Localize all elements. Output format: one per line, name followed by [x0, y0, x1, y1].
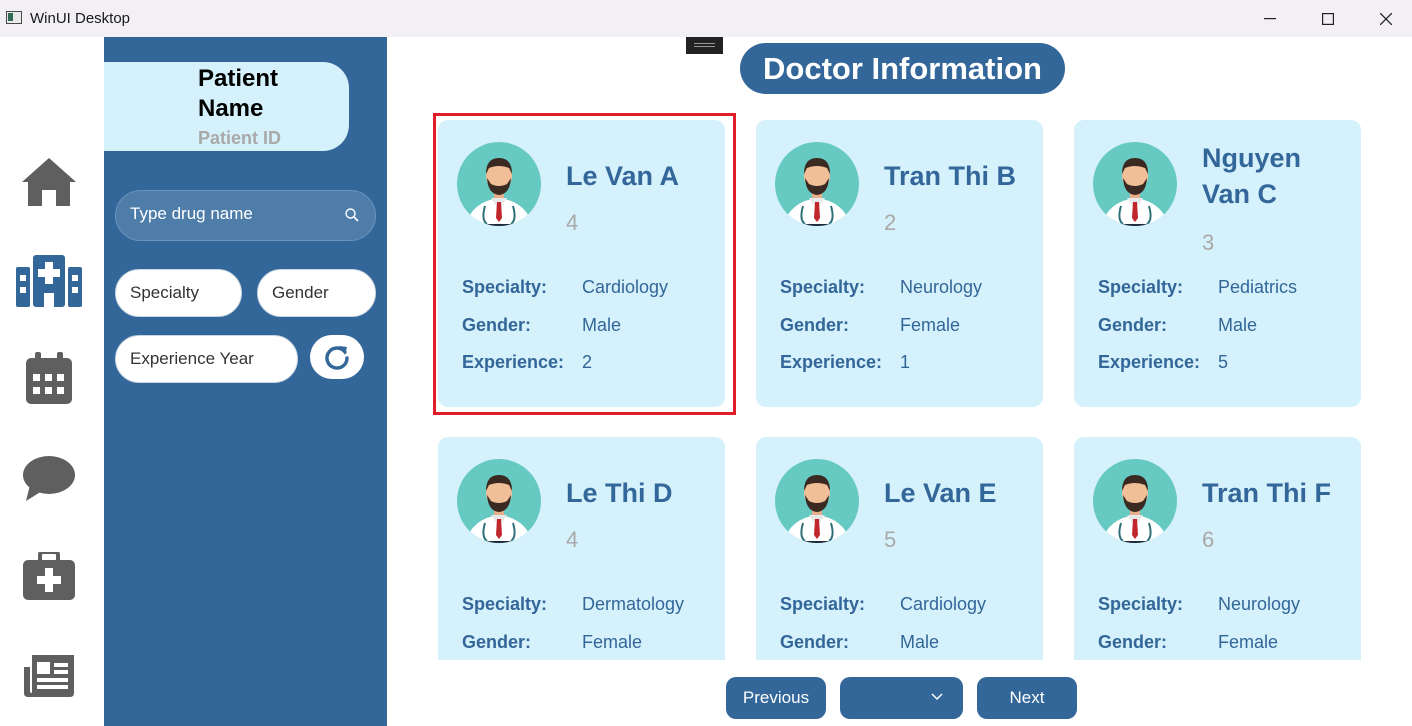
- specialty-value: Neurology: [1218, 594, 1301, 614]
- patient-name: Patient Name: [198, 65, 279, 122]
- doctor-card[interactable]: Tran Thi B 2 Specialty: Neurology Gender…: [756, 120, 1043, 407]
- minimize-button[interactable]: [1247, 0, 1293, 37]
- doctor-avatar-icon: [775, 459, 859, 543]
- nav-news[interactable]: [16, 643, 82, 709]
- doctor-name: Tran Thi F: [1202, 478, 1332, 508]
- page-select[interactable]: [840, 677, 963, 719]
- doctor-name: Tran Thi B: [884, 161, 1017, 191]
- doctor-id: 4: [566, 527, 579, 552]
- refresh-icon: [325, 346, 349, 370]
- doctor-name: Le Thi D: [566, 478, 673, 508]
- gender-field[interactable]: Gender: [257, 269, 376, 317]
- doctor-id: 6: [1202, 527, 1215, 552]
- close-button[interactable]: [1363, 0, 1409, 37]
- doctor-card[interactable]: Tran Thi F 6 Specialty: Neurology Gender…: [1074, 437, 1361, 660]
- doctor-card[interactable]: Le Van E 5 Specialty: Cardiology Gender:…: [756, 437, 1043, 660]
- nav-home[interactable]: [16, 149, 82, 215]
- close-icon: [1380, 12, 1392, 25]
- hospital-icon: [16, 255, 82, 307]
- experience-label: Experience:: [780, 352, 883, 372]
- gender-value: Male: [582, 315, 622, 335]
- next-button[interactable]: Next: [977, 677, 1077, 719]
- doctor-grid: Le Van A 4 Specialty: Cardiology Gender:…: [400, 100, 1400, 660]
- nav-calendar[interactable]: [16, 345, 82, 411]
- experience-label: Experience:: [1098, 352, 1201, 372]
- gender-label: Gender:: [780, 315, 850, 335]
- gender-label: Gender:: [1098, 315, 1168, 335]
- gender-label: Gender:: [780, 632, 850, 652]
- specialty-value: Pediatrics: [1218, 277, 1298, 297]
- specialty-label: Specialty:: [462, 594, 548, 614]
- doctor-card[interactable]: Nguyen Van C 3 Specialty: Pediatrics Gen…: [1074, 120, 1361, 407]
- experience-label: Experience:: [462, 352, 565, 372]
- specialty-label: Specialty:: [780, 594, 866, 614]
- page-title: Doctor Information: [740, 43, 1065, 94]
- filter-panel: Patient Name Patient ID Type drug name S…: [104, 37, 387, 726]
- doctor-avatar-icon: [457, 459, 541, 543]
- gender-value: Female: [582, 632, 643, 652]
- search-input[interactable]: Type drug name: [115, 190, 376, 241]
- experience-value: 1: [900, 352, 911, 372]
- previous-button[interactable]: Previous: [726, 677, 826, 719]
- specialty-label: Specialty:: [1098, 594, 1184, 614]
- patient-id: Patient ID: [198, 128, 282, 148]
- doctor-avatar-icon: [1093, 142, 1177, 226]
- app-icon: [6, 11, 22, 24]
- doctor-card[interactable]: Le Thi D 4 Specialty: Dermatology Gender…: [438, 437, 725, 660]
- gender-value: Male: [900, 632, 940, 652]
- gender-label: Gender:: [462, 315, 532, 335]
- doctor-id: 2: [884, 210, 897, 235]
- doctor-id: 4: [566, 210, 579, 235]
- specialty-label: Specialty:: [462, 277, 548, 297]
- newspaper-icon: [24, 655, 74, 697]
- doctor-id: 5: [884, 527, 897, 552]
- drag-handle[interactable]: [686, 37, 723, 54]
- experience-value: 2: [582, 352, 593, 372]
- gender-value: Female: [1218, 632, 1279, 652]
- doctor-card[interactable]: Le Van A 4 Specialty: Cardiology Gender:…: [438, 120, 725, 407]
- maximize-button[interactable]: [1305, 0, 1351, 37]
- search-placeholder: Type drug name: [130, 204, 253, 223]
- search-icon[interactable]: [345, 208, 359, 222]
- doctor-name: Le Van A: [566, 161, 680, 191]
- specialty-value: Cardiology: [582, 277, 669, 297]
- doctor-name: Nguyen Van C: [1202, 143, 1302, 209]
- chevron-down-icon: [931, 693, 943, 701]
- patient-card: Patient Name Patient ID: [104, 62, 349, 151]
- gender-label: Gender:: [462, 632, 532, 652]
- medical-kit-icon: [23, 552, 75, 600]
- minimize-icon: [1264, 17, 1276, 19]
- gender-value: Male: [1218, 315, 1258, 335]
- doctor-avatar-icon: [775, 142, 859, 226]
- specialty-label: Specialty:: [1098, 277, 1184, 297]
- nav-hospital[interactable]: [16, 247, 82, 313]
- nav-medical-kit[interactable]: [16, 543, 82, 609]
- window-title: WinUI Desktop: [30, 10, 131, 27]
- doctor-avatar-icon: [1093, 459, 1177, 543]
- home-icon: [22, 158, 76, 206]
- experience-value: 5: [1218, 352, 1229, 372]
- gender-value: Female: [900, 315, 961, 335]
- nav-chat[interactable]: [16, 445, 82, 511]
- specialty-value: Cardiology: [900, 594, 987, 614]
- maximize-icon: [1322, 12, 1334, 25]
- chat-icon: [23, 456, 75, 501]
- gender-label: Gender:: [1098, 632, 1168, 652]
- doctor-id: 3: [1202, 230, 1215, 255]
- navigation-rail: [0, 37, 104, 726]
- refresh-button[interactable]: [310, 335, 364, 379]
- title-bar: WinUI Desktop: [0, 0, 1412, 37]
- experience-year-field[interactable]: Experience Year: [115, 335, 298, 383]
- specialty-value: Neurology: [900, 277, 983, 297]
- doctor-avatar-icon: [457, 142, 541, 226]
- doctor-name: Le Van E: [884, 478, 997, 508]
- specialty-value: Dermatology: [582, 594, 685, 614]
- specialty-label: Specialty:: [780, 277, 866, 297]
- calendar-icon: [26, 352, 72, 404]
- specialty-field[interactable]: Specialty: [115, 269, 242, 317]
